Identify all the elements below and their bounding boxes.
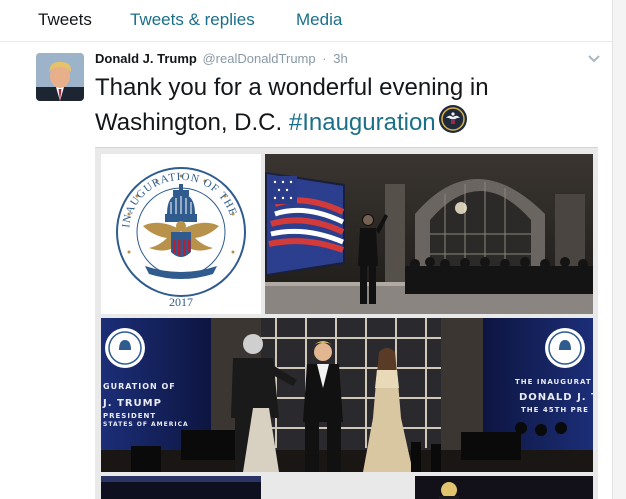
tab-tweets-and-replies[interactable]: Tweets & replies	[130, 10, 255, 30]
display-name[interactable]: Donald J. Trump	[95, 51, 197, 66]
scrollbar[interactable]	[612, 0, 626, 499]
username[interactable]: @realDonaldTrump	[202, 51, 315, 66]
photo-partial-right[interactable]	[415, 476, 593, 499]
screen-right-line1: THE INAUGURAT	[515, 378, 592, 386]
separator-dot: ·	[322, 51, 327, 66]
tweet-header: Donald J. Trump @realDonaldTrump · 3h	[95, 51, 348, 67]
tab-media[interactable]: Media	[296, 10, 342, 30]
avatar[interactable]	[36, 53, 84, 101]
screen-left-line1: GURATION OF	[103, 382, 176, 391]
screen-left-line3: PRESIDENT	[103, 412, 157, 420]
timestamp[interactable]: 3h	[333, 51, 347, 66]
photo-partial-left[interactable]	[101, 476, 261, 499]
tweet-text: Thank you for a wonderful evening in Was…	[95, 71, 595, 139]
photo-ballroom-flag[interactable]	[265, 154, 593, 314]
photo-inauguration-seal[interactable]: INAUGURATION OF THE 2017	[101, 154, 261, 314]
hashtag-link[interactable]: #Inauguration	[289, 109, 436, 136]
chevron-down-icon[interactable]	[586, 52, 602, 66]
profile-tabs: Tweets Tweets & replies Media	[0, 0, 612, 42]
screen-right-line2: DONALD J. T	[519, 392, 593, 403]
photo-inaugural-ball-stage[interactable]: GURATION OF J. TRUMP PRESIDENT STATES OF…	[101, 318, 593, 472]
presidential-seal-icon	[438, 104, 468, 134]
tab-tweets[interactable]: Tweets	[38, 10, 92, 30]
screen-left-line4: STATES OF AMERICA	[103, 421, 189, 428]
tweet-media-grid: INAUGURATION OF THE 2017 GURATION OF J. …	[95, 147, 598, 499]
screen-left-line2: J. TRUMP	[103, 398, 162, 409]
screen-right-line3: THE 45TH PRE	[521, 406, 589, 414]
seal-year-label: 2017	[169, 295, 193, 309]
